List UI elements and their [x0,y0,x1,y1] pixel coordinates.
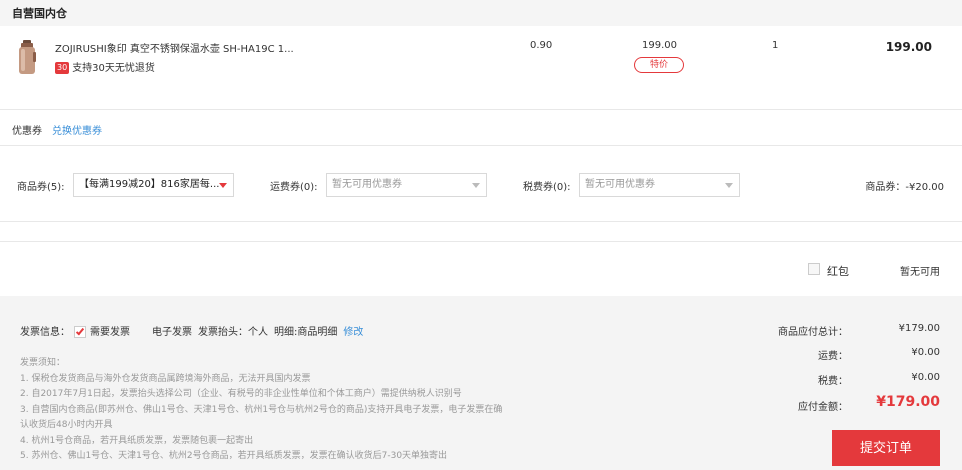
invoice-edit-link[interactable]: 修改 [343,327,363,338]
need-invoice-checkbox[interactable] [74,326,86,338]
total-label: 应付金额： [798,402,848,413]
hongbao-checkbox[interactable] [808,263,820,275]
goods-total-label: 商品应付总计： [778,327,848,338]
product-row: ZOJIRUSHI象印 真空不锈钢保温水壶 SH-HA19C 1... 30 支持… [0,26,962,110]
service-text: 支持30天无忧退货 [72,63,155,74]
freight-coupon-label: 运费券(0): [270,182,318,193]
note-line: 5. 苏州仓、佛山1号仓、天津1号仓、杭州2号仓商品，若开具纸质发票，发票在确认… [20,451,448,461]
submit-order-button[interactable]: 提交订单 [832,430,940,466]
tax-value: ¥0.00 [911,372,940,383]
spacer-row [0,222,962,242]
invoice-and-summary: 发票信息： 需要发票 电子发票 发票抬头：个人 明细:商品明细 修改 发票须知： 1. 保… [0,296,962,470]
exchange-coupon-link[interactable]: 兑换优惠券 [52,122,102,137]
special-price-tag: 特价 [634,57,684,73]
coupon-header: 优惠券 兑换优惠券 [0,110,962,146]
goods-coupon-label: 商品券(5): [17,182,65,193]
freight-value: ¥0.00 [911,347,940,358]
product-quantity: 1 [772,40,779,51]
product-subtotal: 199.00 [885,40,932,54]
goods-coupon-value: 【每满199减20】816家居每... [79,179,220,190]
note-line: 1. 保税仓发货商品与海外仓发货商品属跨境海外商品，无法开具国内发票 [20,373,311,384]
freight-coupon-select[interactable]: 暂无可用优惠券 [326,173,487,197]
note-line: 3. 自营国内仓商品(即苏州仓、佛山1号仓、天津1号仓、杭州1号仓与杭州2号仓的… [20,404,503,415]
tax-label: 税费： [818,376,848,387]
warehouse-title: 自营国内仓 [12,7,67,20]
coupon-selectors: 商品券(5): 【每满199减20】816家居每... 运费券(0): 暂无可用… [0,146,962,222]
invoice-info: 发票信息： 需要发票 电子发票 发票抬头：个人 明细:商品明细 修改 [20,323,363,338]
product-thumbnail[interactable] [16,40,38,76]
note-line: 发票须知： [20,358,66,368]
invoice-header: 发票抬头：个人 [198,327,268,338]
note-line: 4. 杭州1号仓商品，若开具纸质发票，发票随包裹一起寄出 [20,435,254,446]
warehouse-header: 自营国内仓 [0,0,962,26]
invoice-detail: 明细:商品明细 [274,327,338,338]
tax-coupon-label: 税费券(0): [523,182,571,193]
chevron-down-icon [219,183,227,188]
note-line: 2. 自2017年7月1日起，发票抬头选择公司（企业、有税号的非企业性单位和个体… [20,389,462,399]
freight-label: 运费： [818,351,848,362]
tax-coupon-select[interactable]: 暂无可用优惠券 [579,173,740,197]
goods-coupon-select[interactable]: 【每满199减20】816家居每... [73,173,234,197]
note-line: 认收货后48小时内开具 [20,420,113,430]
hongbao-label: 红包 [827,265,849,278]
invoice-type: 电子发票 [152,327,192,338]
product-price: 199.00 [642,40,677,51]
need-invoice-label: 需要发票 [90,327,130,338]
goods-total-value: ¥179.00 [898,323,940,334]
hongbao-row: 红包 暂无可用 [0,242,962,296]
tax-coupon-value: 暂无可用优惠券 [585,179,655,190]
return-badge-icon: 30 [55,62,70,74]
coupon-title: 优惠券 [12,126,42,137]
goods-coupon-total: 商品券：-¥20.00 [865,182,944,193]
product-service: 30 支持30天无忧退货 [55,59,155,74]
chevron-down-icon [472,183,480,188]
freight-coupon-value: 暂无可用优惠券 [332,179,402,190]
chevron-down-icon [725,183,733,188]
product-name[interactable]: ZOJIRUSHI象印 真空不锈钢保温水壶 SH-HA19C 1... [55,40,294,55]
hongbao-status: 暂无可用 [900,267,940,278]
invoice-label: 发票信息： [20,327,70,338]
total-value: ¥179.00 [876,394,940,410]
invoice-notes: 发票须知： 1. 保税仓发货商品与海外仓发货商品属跨境海外商品，无法开具国内发票… [20,356,502,465]
product-weight: 0.90 [530,40,553,51]
checkmark-icon [75,326,85,336]
